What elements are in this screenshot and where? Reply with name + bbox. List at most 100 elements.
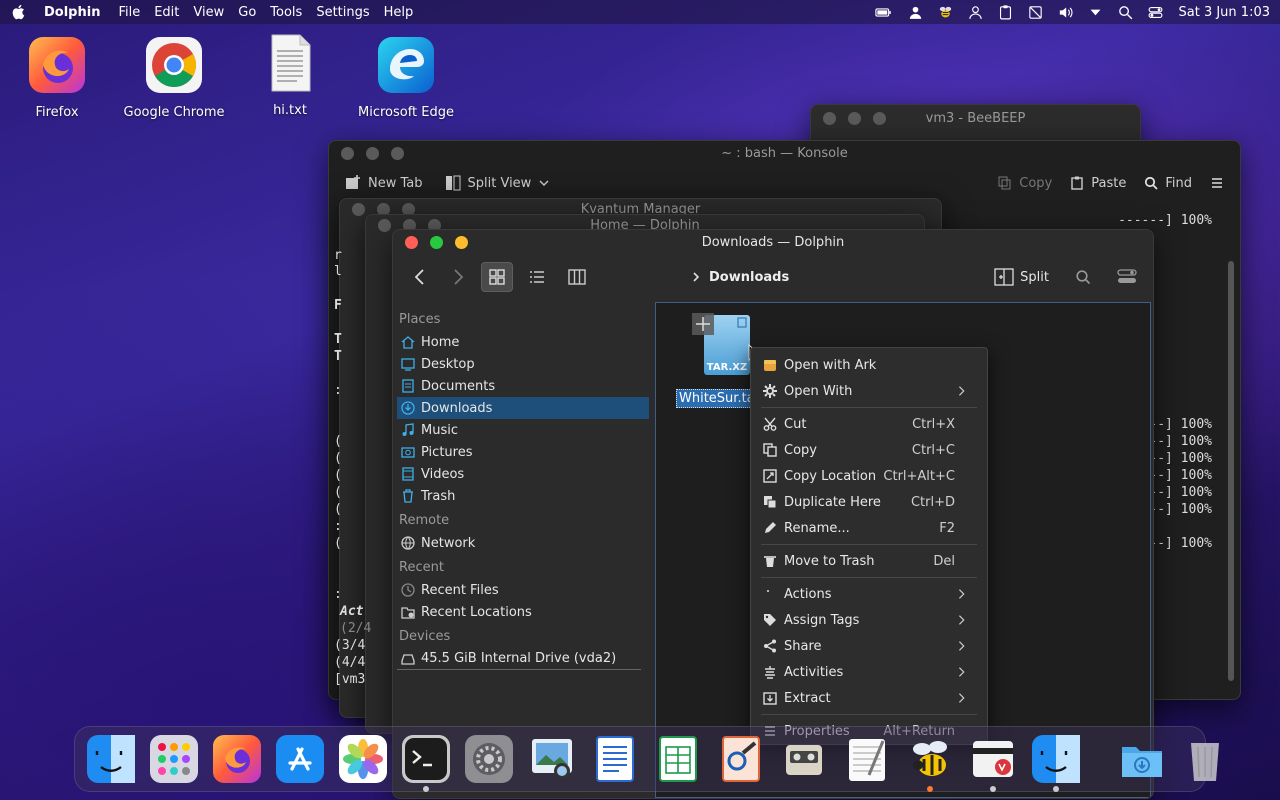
menu-settings[interactable]: Settings [316, 5, 369, 20]
search-icon[interactable] [1075, 269, 1091, 285]
desktop-icon-microsoft-edge[interactable]: Microsoft Edge [351, 35, 461, 120]
dock-textedit[interactable] [843, 735, 891, 783]
dock-system-settings[interactable] [465, 735, 513, 783]
menu-item-actions[interactable]: Actions [751, 581, 987, 607]
menu-item-open-with-ark[interactable]: Open with Ark [751, 352, 987, 378]
desktop-icon-firefox[interactable]: Firefox [2, 35, 112, 120]
split-view-button[interactable]: Split View [445, 175, 551, 191]
menu-item-assign-tags[interactable]: Assign Tags [751, 607, 987, 633]
place-recent-locations[interactable]: Recent Locations [397, 601, 649, 623]
columns-view-button[interactable] [561, 262, 593, 292]
dolphin-titlebar[interactable]: Downloads — Dolphin [393, 230, 1153, 254]
maximize-button[interactable] [391, 147, 404, 160]
terminal-scrollbar[interactable] [1228, 261, 1234, 681]
place-internal-drive[interactable]: 45.5 GiB Internal Drive (vda2) [397, 648, 641, 670]
forward-button[interactable] [443, 262, 473, 292]
place-pictures[interactable]: Pictures [397, 441, 649, 463]
konsole-titlebar[interactable]: ~ : bash — Konsole [329, 141, 1240, 165]
menu-item-copy[interactable]: Copy Ctrl+C [751, 437, 987, 463]
minimize-button[interactable] [366, 147, 379, 160]
desktop-icon-hi-txt[interactable]: hi.txt [235, 33, 345, 118]
menu-item-extract[interactable]: Extract [751, 685, 987, 711]
dock-recorder[interactable] [780, 735, 828, 783]
close-button[interactable] [341, 147, 354, 160]
dock-draw[interactable] [717, 735, 765, 783]
dock-terminal[interactable] [402, 735, 450, 792]
breadcrumb-current[interactable]: Downloads [709, 270, 789, 285]
dock-app-store[interactable] [276, 735, 324, 783]
dock-finder-2[interactable] [1032, 735, 1080, 792]
terminal-line: : [334, 383, 342, 398]
dock-downloads-folder[interactable] [1118, 735, 1166, 783]
search-icon[interactable] [1117, 4, 1134, 21]
beebeep-tray-icon[interactable] [937, 4, 954, 21]
menu-item-cut[interactable]: Cut Ctrl+X [751, 411, 987, 437]
launchpad-icon [150, 735, 198, 783]
menubar-app-name[interactable]: Dolphin [44, 5, 100, 20]
clock[interactable]: Sat 3 Jun 1:03 [1179, 5, 1271, 20]
menu-item-duplicate-here[interactable]: Duplicate Here Ctrl+D [751, 489, 987, 515]
maximize-button[interactable] [430, 236, 443, 249]
network-disconnected-icon[interactable] [1027, 4, 1044, 21]
minimize-button[interactable] [455, 236, 468, 249]
chevron-down-icon[interactable] [1087, 4, 1104, 21]
menu-go[interactable]: Go [238, 5, 256, 20]
maximize-button[interactable] [873, 112, 886, 125]
menu-item-copy-location[interactable]: Copy Location Ctrl+Alt+C [751, 463, 987, 489]
menu-item-move-to-trash[interactable]: Move to Trash Del [751, 548, 987, 574]
close-button[interactable] [823, 112, 836, 125]
menu-tools[interactable]: Tools [270, 5, 302, 20]
copy-button[interactable]: Copy [998, 176, 1052, 191]
back-button[interactable] [405, 262, 435, 292]
volume-icon[interactable] [1057, 4, 1074, 21]
menu-view[interactable]: View [193, 5, 224, 20]
place-videos[interactable]: Videos [397, 463, 649, 485]
dock-preview[interactable] [528, 735, 576, 783]
dock-firefox[interactable] [213, 735, 261, 783]
place-network[interactable]: Network [397, 532, 649, 554]
dock-trash[interactable] [1181, 735, 1229, 783]
breadcrumb[interactable]: Downloads [691, 270, 789, 285]
user-icon[interactable] [907, 4, 924, 21]
place-home[interactable]: Home [397, 331, 649, 353]
apple-icon[interactable] [10, 3, 28, 21]
account-icon[interactable] [967, 4, 984, 21]
details-view-button[interactable] [521, 262, 553, 292]
beebeep-titlebar[interactable]: vm3 - BeeBEEP [811, 105, 1140, 131]
new-tab-label: New Tab [368, 175, 423, 191]
paste-button[interactable]: Paste [1070, 176, 1126, 191]
icons-view-button[interactable] [481, 262, 513, 292]
place-documents[interactable]: Documents [397, 375, 649, 397]
minimize-button[interactable] [848, 112, 861, 125]
desktop-icon-google-chrome[interactable]: Google Chrome [119, 35, 229, 120]
new-tab-button[interactable]: New Tab [345, 175, 423, 191]
place-desktop[interactable]: Desktop [397, 353, 649, 375]
place-recent-files[interactable]: Recent Files [397, 579, 649, 601]
hamburger-menu-icon[interactable] [1210, 176, 1224, 190]
find-button[interactable]: Find [1144, 176, 1192, 191]
menu-item-rename[interactable]: Rename... F2 [751, 515, 987, 541]
dock-kvantum[interactable] [969, 735, 1017, 792]
clipboard-icon[interactable] [997, 4, 1014, 21]
close-button[interactable] [352, 203, 365, 216]
dock-writer[interactable] [591, 735, 639, 783]
menu-item-open-with[interactable]: Open With [751, 378, 987, 404]
dock-launchpad[interactable] [150, 735, 198, 783]
menu-item-activities[interactable]: Activities [751, 659, 987, 685]
place-trash[interactable]: Trash [397, 485, 649, 507]
control-menu-icon[interactable] [1117, 268, 1137, 286]
control-center-icon[interactable] [1147, 4, 1164, 21]
menu-item-share[interactable]: Share [751, 633, 987, 659]
dock-photos[interactable] [339, 735, 387, 783]
battery-icon[interactable] [872, 4, 894, 21]
menu-file[interactable]: File [118, 5, 140, 20]
dock-beebeep[interactable] [906, 735, 954, 792]
split-button[interactable]: Split [994, 268, 1049, 286]
dock-calc[interactable] [654, 735, 702, 783]
menu-help[interactable]: Help [384, 5, 414, 20]
place-downloads[interactable]: Downloads [397, 397, 649, 419]
dock-finder[interactable] [87, 735, 135, 783]
place-music[interactable]: Music [397, 419, 649, 441]
close-button[interactable] [405, 236, 418, 249]
menu-edit[interactable]: Edit [154, 5, 179, 20]
